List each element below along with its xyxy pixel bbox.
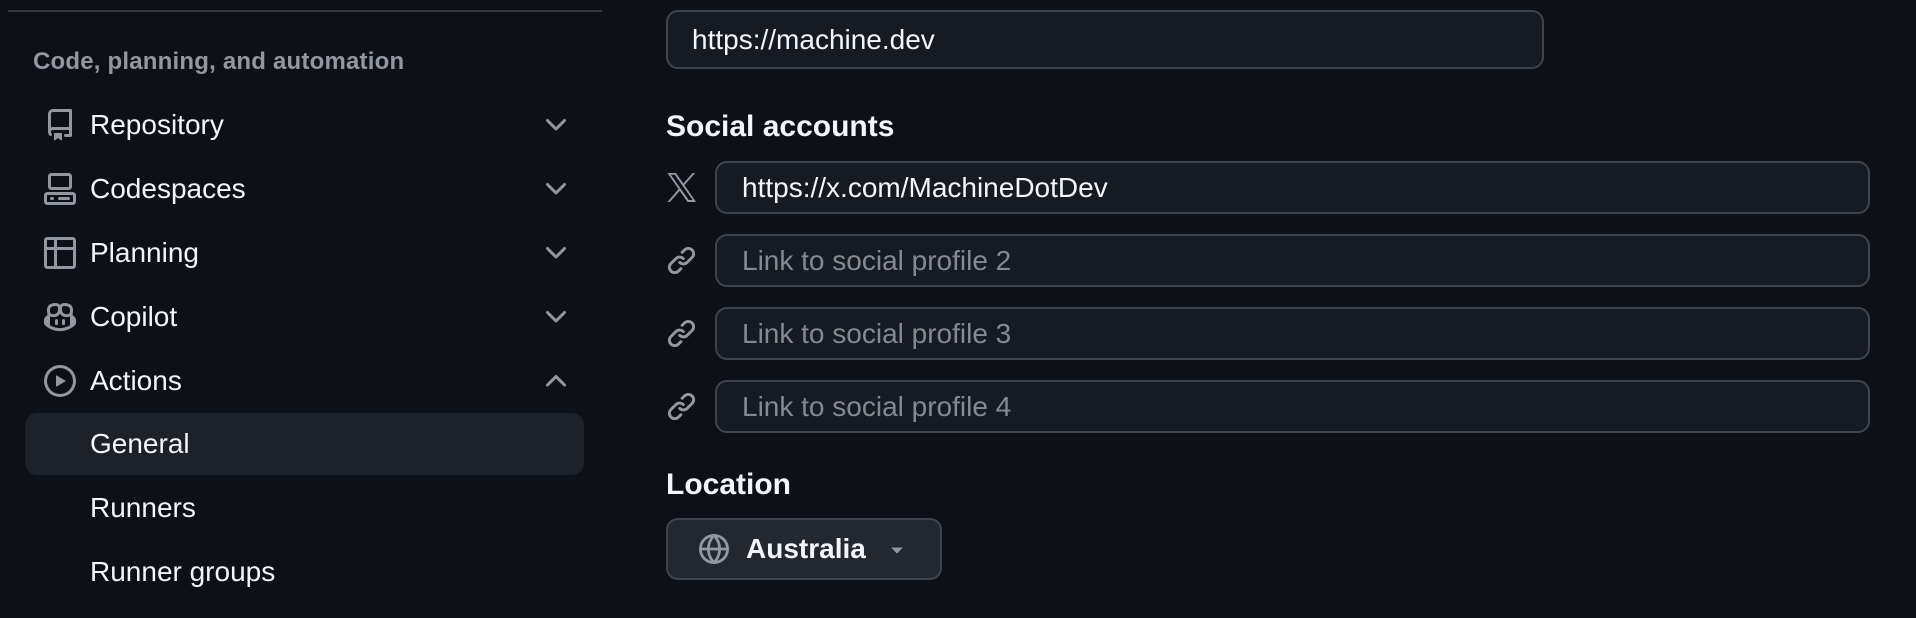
chevron-down-icon (546, 183, 566, 195)
sidebar-divider (8, 10, 602, 12)
sidebar-subitem-label: Runners (90, 492, 196, 523)
sidebar-item-planning[interactable]: Planning (25, 221, 584, 285)
sidebar-subitem-label: General (90, 428, 190, 459)
sidebar-item-label: Actions (90, 365, 182, 396)
triangle-down-icon (891, 547, 903, 554)
settings-sidebar: Code, planning, and automation Repositor… (0, 0, 620, 603)
social-profile-1-input[interactable] (715, 161, 1870, 214)
chevron-down-icon (546, 311, 566, 323)
copilot-icon (44, 302, 76, 332)
sidebar-item-codespaces[interactable]: Codespaces (25, 157, 584, 221)
sidebar-item-label: Copilot (90, 301, 178, 332)
sidebar-item-label: Repository (90, 109, 224, 140)
link-icon (666, 318, 715, 349)
settings-main: Social accounts Location (666, 0, 1873, 580)
sidebar-subitem-runner-groups[interactable]: Runner groups (25, 541, 584, 603)
repo-icon (47, 109, 72, 141)
codespaces-icon (44, 173, 76, 205)
play-icon (44, 365, 76, 397)
social-row-4 (666, 380, 1873, 433)
location-heading: Location (666, 468, 791, 501)
social-profile-2-input[interactable] (715, 234, 1870, 287)
sidebar-item-repository[interactable]: Repository (25, 93, 584, 157)
x-logo-icon (666, 172, 715, 203)
social-profile-3-input[interactable] (715, 307, 1870, 360)
link-icon (666, 391, 715, 422)
sidebar-item-label: Codespaces (90, 173, 246, 204)
sidebar-subitem-general[interactable]: General (25, 413, 584, 475)
social-profile-4-input[interactable] (715, 380, 1870, 433)
social-accounts-list (666, 161, 1873, 433)
sidebar-item-label: Planning (90, 237, 199, 268)
sidebar-subitem-label: Runner groups (90, 556, 276, 587)
sidebar-subitem-runners[interactable]: Runners (25, 477, 584, 539)
social-accounts-heading: Social accounts (666, 110, 895, 143)
sidebar-item-actions[interactable]: Actions (25, 349, 584, 413)
social-row-2 (666, 234, 1873, 287)
chevron-up-icon (546, 375, 566, 387)
link-icon (666, 245, 715, 276)
sidebar-item-copilot[interactable]: Copilot (25, 285, 584, 349)
sidebar-nav: Repository Codespaces Planning Copilot A… (0, 93, 620, 603)
social-row-3 (666, 307, 1873, 360)
location-selected-value: Australia (746, 533, 866, 564)
sidebar-section-header: Code, planning, and automation (33, 48, 405, 75)
chevron-down-icon (546, 119, 566, 131)
website-url-input[interactable] (666, 10, 1544, 69)
globe-icon (699, 534, 729, 564)
social-row-1 (666, 161, 1873, 214)
location-dropdown-button[interactable]: Australia (666, 518, 942, 580)
table-icon (44, 237, 76, 269)
chevron-down-icon (546, 247, 566, 259)
